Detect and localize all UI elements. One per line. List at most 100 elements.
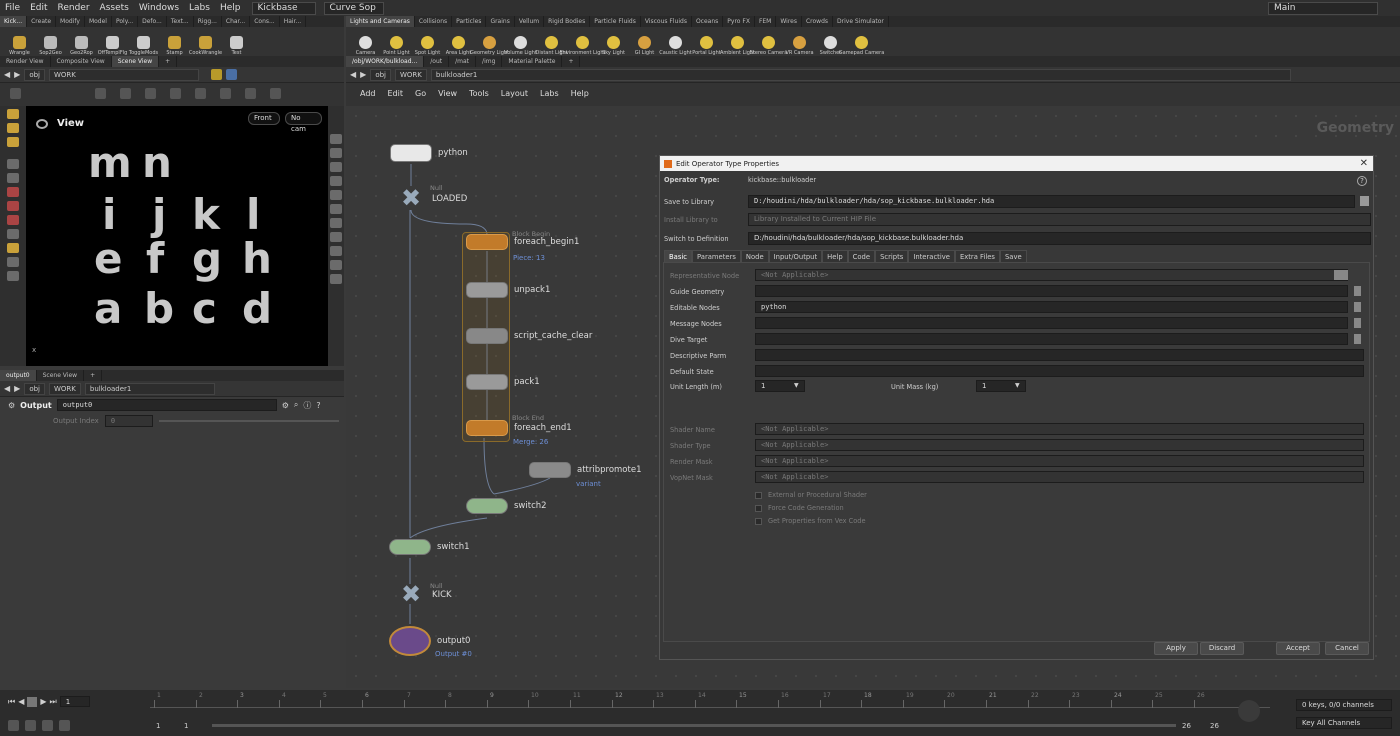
shelf-tab-collisions[interactable]: Collisions <box>415 16 453 27</box>
path-work-2[interactable]: WORK <box>48 382 81 395</box>
back-arrow-icon-2[interactable]: ◀ <box>4 384 10 393</box>
shelf-tool-camera[interactable]: Camera <box>350 36 381 56</box>
bg-icon[interactable] <box>330 246 342 256</box>
link-icon[interactable] <box>225 69 237 80</box>
shelf-tab-create[interactable]: Create <box>27 16 57 27</box>
paint-icon[interactable] <box>7 243 19 253</box>
real-time-icon[interactable] <box>8 720 19 731</box>
shelf-tab-drive-simulator[interactable]: Drive Simulator <box>833 16 889 27</box>
row-field-editable-nodes[interactable]: python <box>755 301 1348 313</box>
node-switch1[interactable]: switch1 <box>389 539 470 555</box>
row-field-default-state[interactable] <box>755 365 1364 377</box>
row-action-icon[interactable] <box>1354 334 1361 344</box>
shelf-tool-test[interactable]: Test <box>221 36 252 56</box>
help-icon[interactable]: ? <box>316 401 320 410</box>
path-obj[interactable]: obj <box>24 68 45 81</box>
close-icon[interactable]: ✕ <box>1360 158 1368 169</box>
shelf-tool-wrangle[interactable]: Wrangle <box>4 36 35 56</box>
jump-end-icon[interactable]: ⏭ <box>50 697 57 707</box>
play-icon[interactable]: ▶ <box>40 697 46 706</box>
camera-icon[interactable] <box>245 87 256 99</box>
path-obj-2[interactable]: obj <box>24 382 45 395</box>
row-field-guide-geometry[interactable] <box>755 285 1348 297</box>
net-tab-3[interactable]: /mat <box>449 56 477 67</box>
shelf-tool-togglemods[interactable]: ToggleMods <box>128 36 159 56</box>
net-menu-layout[interactable]: Layout <box>495 89 534 98</box>
handle-icon[interactable] <box>7 123 19 133</box>
path-work[interactable]: WORK <box>48 68 199 81</box>
row-action-icon[interactable] <box>1354 286 1361 296</box>
range-start[interactable]: 1 <box>156 722 160 730</box>
shelf-tab-wires[interactable]: Wires <box>776 16 802 27</box>
shelf-tab-kick[interactable]: Kick... <box>0 16 28 27</box>
row-field-representative-node[interactable]: <Not Applicable> <box>755 269 1348 281</box>
row-action-icon[interactable] <box>1354 302 1361 312</box>
loop-icon[interactable] <box>42 720 53 731</box>
tab-output0[interactable]: output0 <box>0 370 37 381</box>
range-end-2[interactable]: 26 <box>1210 722 1219 730</box>
shelf-tab-defo[interactable]: Defo... <box>138 16 167 27</box>
net-menu-view[interactable]: View <box>432 89 463 98</box>
menu-edit[interactable]: Edit <box>25 0 52 16</box>
current-frame-field[interactable]: 1 <box>59 696 90 707</box>
ruler-icon[interactable] <box>7 257 19 267</box>
shelf-tab-modify[interactable]: Modify <box>56 16 85 27</box>
forward-arrow-icon-2[interactable]: ▶ <box>14 384 20 393</box>
net-menu-tools[interactable]: Tools <box>463 89 495 98</box>
shelf-tool-geometry-light[interactable]: Geometry Light <box>470 36 509 56</box>
search-icon[interactable]: ⌕ <box>294 400 298 410</box>
accept-button[interactable]: Accept <box>1276 642 1320 655</box>
select-mode-icon[interactable] <box>7 137 19 147</box>
output-index-slider[interactable] <box>158 420 339 422</box>
viewport[interactable]: View Front No cam mnijkl efgh abcd x <box>26 106 328 366</box>
path-bulkloader-2[interactable]: bulkloader1 <box>84 382 215 395</box>
net-menu-go[interactable]: Go <box>409 89 432 98</box>
save-library-field[interactable]: D:/houdini/hda/bulkloader/hda/sop_kickba… <box>748 195 1355 208</box>
install-library-field[interactable]: Library Installed to Current HIP File <box>748 213 1371 226</box>
range-end[interactable]: 26 <box>1182 722 1191 730</box>
menu-assets[interactable]: Assets <box>95 0 134 16</box>
isolate-icon[interactable] <box>330 190 342 200</box>
output-index-field[interactable]: 0 <box>104 415 153 427</box>
shelf-tab-fem[interactable]: FEM <box>755 16 777 27</box>
light-icon[interactable] <box>270 87 281 99</box>
snap-icon[interactable] <box>195 87 206 99</box>
move-icon[interactable] <box>120 87 131 99</box>
shelf-tab-cons[interactable]: Cons... <box>250 16 280 27</box>
settings-gear-icon[interactable]: ⚙ <box>282 401 289 410</box>
shelf-tab-rigid-bodies[interactable]: Rigid Bodies <box>544 16 591 27</box>
menu-help[interactable]: Help <box>215 0 246 16</box>
pointer-icon[interactable] <box>7 159 19 169</box>
range-slider[interactable] <box>212 724 1176 727</box>
discard-button[interactable]: Discard <box>1200 642 1244 655</box>
tab-scene-view-2[interactable]: Scene View <box>37 370 85 381</box>
shelf-tool-point-light[interactable]: Point Light <box>381 36 412 56</box>
sphere-icon[interactable] <box>7 201 19 211</box>
bone-icon[interactable] <box>7 229 19 239</box>
key-all-channels-dropdown[interactable]: Key All Channels <box>1296 717 1392 729</box>
shelf-tool-ambient-light[interactable]: Ambient Light <box>720 36 755 56</box>
shelf-tool-sky-light[interactable]: Sky Light <box>598 36 629 56</box>
shelf-tab-grains[interactable]: Grains <box>486 16 515 27</box>
net-back-icon[interactable]: ◀ <box>350 70 356 79</box>
net-menu-help[interactable]: Help <box>565 89 595 98</box>
display-icon[interactable] <box>330 134 342 144</box>
shelf-tool-stamp[interactable]: Stamp <box>159 36 190 56</box>
shelf-tab-crowds[interactable]: Crowds <box>802 16 834 27</box>
shelf-tab-poly[interactable]: Poly... <box>112 16 139 27</box>
net-path-obj[interactable]: obj <box>370 68 391 81</box>
file-chooser-icon[interactable] <box>1360 196 1369 206</box>
shelf-tool-volume-light[interactable]: Volume Light <box>504 36 537 56</box>
shelf-tool-stereo-camera[interactable]: Stereo Camera <box>750 36 787 56</box>
add-tab-icon[interactable]: + <box>159 56 178 67</box>
cache-icon[interactable] <box>7 271 19 281</box>
shelf-tab-oceans[interactable]: Oceans <box>692 16 724 27</box>
shelf-tab-viscous-fluids[interactable]: Viscous Fluids <box>641 16 692 27</box>
lock-icon[interactable] <box>7 173 19 183</box>
shelf-tab-text[interactable]: Text... <box>167 16 194 27</box>
lock-view-icon[interactable] <box>330 162 342 172</box>
row-action-icon[interactable] <box>1354 318 1361 328</box>
row-action-icon[interactable] <box>1334 270 1348 280</box>
net-tab-2[interactable]: /out <box>424 56 450 67</box>
step-back-icon[interactable]: ◀ <box>18 697 24 706</box>
